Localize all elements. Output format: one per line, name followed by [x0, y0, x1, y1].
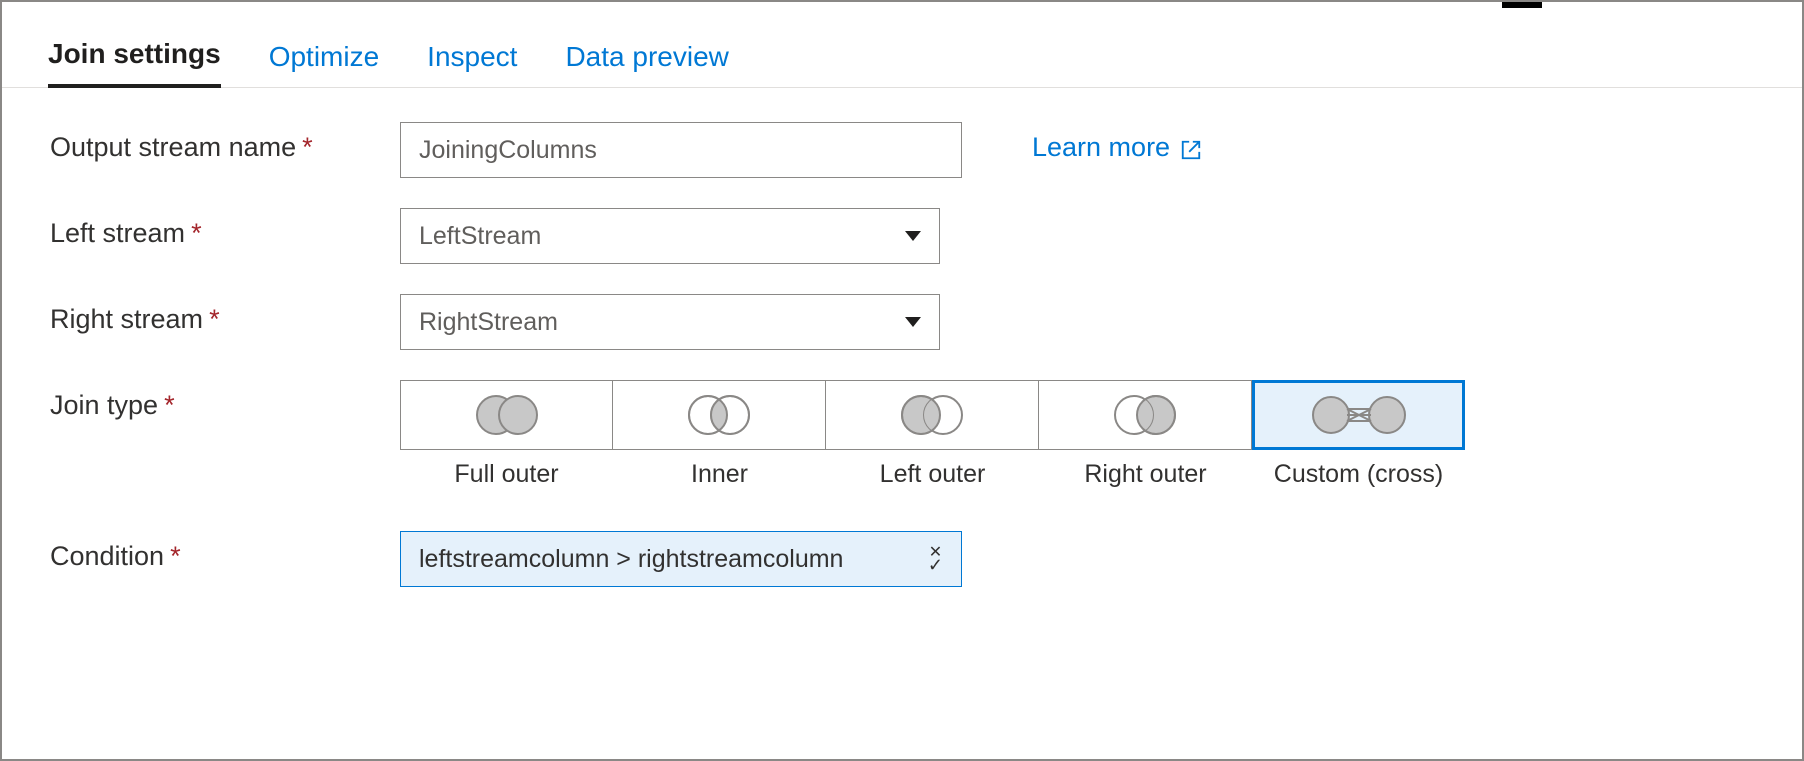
- required-asterisk: *: [170, 541, 181, 571]
- row-left-stream: Left stream* LeftStream: [50, 208, 1802, 264]
- left-outer-icon: [893, 393, 971, 437]
- join-type-options: Full outer Inner: [400, 380, 1465, 489]
- row-condition: Condition* leftstreamcolumn > rightstrea…: [50, 531, 1802, 587]
- required-asterisk: *: [164, 390, 175, 420]
- output-stream-name-input[interactable]: [400, 122, 962, 178]
- join-type-custom-cross-label: Custom (cross): [1252, 460, 1465, 489]
- join-type-left-outer[interactable]: Left outer: [826, 380, 1039, 489]
- label-right-stream: Right stream*: [50, 294, 400, 335]
- required-asterisk: *: [209, 304, 220, 334]
- chevron-down-icon: [905, 231, 921, 241]
- join-settings-panel: Join settings Optimize Inspect Data prev…: [0, 0, 1804, 761]
- join-type-left-outer-label: Left outer: [826, 460, 1039, 489]
- join-type-full-outer-label: Full outer: [400, 460, 613, 489]
- learn-more-link[interactable]: Learn more: [1032, 122, 1202, 163]
- tab-data-preview[interactable]: Data preview: [565, 41, 728, 87]
- left-stream-value: LeftStream: [419, 222, 541, 251]
- chevron-down-icon: [905, 317, 921, 327]
- row-join-type: Join type* Full outer: [50, 380, 1802, 489]
- join-type-custom-cross[interactable]: Custom (cross): [1252, 380, 1465, 489]
- join-type-right-outer[interactable]: Right outer: [1039, 380, 1252, 489]
- label-left-stream: Left stream*: [50, 208, 400, 249]
- tab-optimize[interactable]: Optimize: [269, 41, 379, 87]
- tab-join-settings[interactable]: Join settings: [48, 38, 221, 88]
- label-output-stream-name: Output stream name*: [50, 122, 400, 163]
- label-condition: Condition*: [50, 531, 400, 572]
- condition-input[interactable]: leftstreamcolumn > rightstreamcolumn ✕ ✓: [400, 531, 962, 587]
- inner-icon: [680, 393, 758, 437]
- right-outer-icon: [1106, 393, 1184, 437]
- right-stream-select[interactable]: RightStream: [400, 294, 940, 350]
- condition-actions: ✕ ✓: [928, 547, 943, 571]
- tab-bar: Join settings Optimize Inspect Data prev…: [2, 2, 1802, 88]
- window-handle: [1502, 2, 1542, 8]
- condition-value: leftstreamcolumn > rightstreamcolumn: [419, 545, 843, 574]
- custom-cross-icon: [1309, 393, 1409, 437]
- join-type-full-outer[interactable]: Full outer: [400, 380, 613, 489]
- left-stream-select[interactable]: LeftStream: [400, 208, 940, 264]
- required-asterisk: *: [191, 218, 202, 248]
- row-right-stream: Right stream* RightStream: [50, 294, 1802, 350]
- join-type-right-outer-label: Right outer: [1039, 460, 1252, 489]
- required-asterisk: *: [302, 132, 313, 162]
- full-outer-icon: [468, 393, 546, 437]
- confirm-icon[interactable]: ✓: [928, 559, 943, 571]
- label-join-type: Join type*: [50, 380, 400, 421]
- row-output-stream-name: Output stream name* Learn more: [50, 122, 1802, 178]
- tab-inspect[interactable]: Inspect: [427, 41, 517, 87]
- right-stream-value: RightStream: [419, 308, 558, 337]
- join-type-inner[interactable]: Inner: [613, 380, 826, 489]
- join-type-inner-label: Inner: [613, 460, 826, 489]
- external-link-icon: [1180, 137, 1202, 159]
- form-body: Output stream name* Learn more Left stre…: [2, 88, 1802, 587]
